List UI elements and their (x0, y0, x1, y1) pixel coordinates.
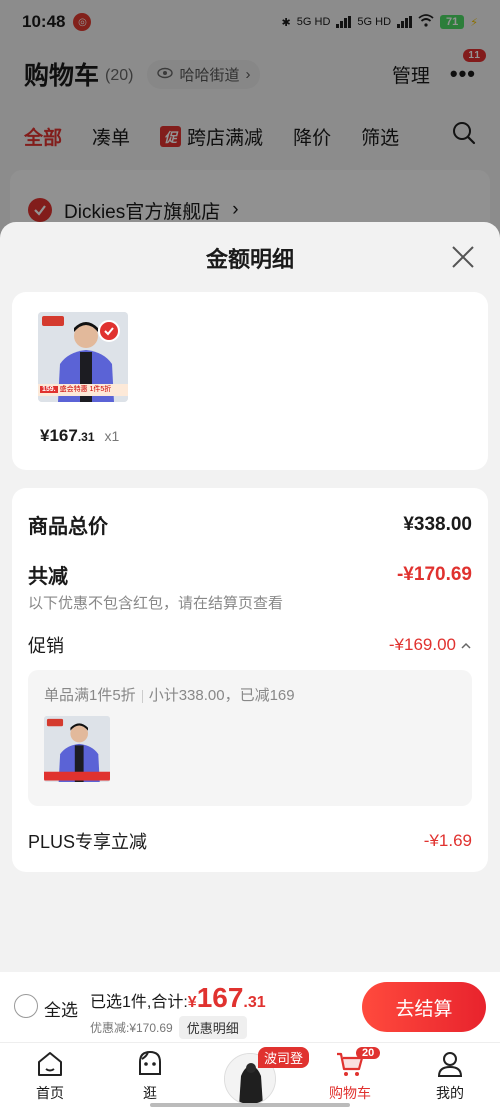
promo-description: 单品满1件5折 小计338.00，已减169 (44, 684, 295, 705)
home-indicator (150, 1103, 350, 1107)
promo-value-group: -¥169.00 (389, 635, 472, 655)
checkout-summary: 已选1件,合计: ¥167.31 (90, 982, 266, 1014)
price-breakdown: 商品总价 ¥338.00 共减 -¥170.69 以下优惠不包含红包，请在结算页… (12, 488, 488, 872)
total-decimal: .31 (243, 994, 266, 1011)
price-decimal: .31 (77, 430, 95, 444)
checkout-button[interactable]: 去结算 (362, 982, 486, 1032)
nav-cart[interactable]: 20 购物车 (300, 1043, 400, 1111)
profile-icon (437, 1052, 463, 1077)
selected-check-icon (98, 320, 120, 342)
select-all-radio[interactable] (14, 994, 38, 1018)
amount-detail-sheet: 金额明细 159. 盛会特惠 1件5折 ¥167.31 x1 商品总价 ¥338… (0, 222, 500, 972)
price-main: ¥167 (40, 426, 78, 445)
plus-row: PLUS专享立减 -¥1.69 (28, 828, 472, 854)
product-price-line: ¥167.31 x1 (40, 426, 119, 446)
divider (141, 689, 143, 703)
promo-value: -¥169.00 (388, 635, 456, 654)
close-icon[interactable] (450, 244, 476, 270)
selected-prefix: 已选1件,合计: (90, 994, 188, 1011)
goods-total-label: 商品总价 (28, 516, 108, 538)
product-price-tag: 159. 盛会特惠 1件5折 (38, 384, 128, 396)
goods-total-value: ¥338.00 (403, 513, 472, 535)
product-quantity: x1 (104, 428, 120, 444)
tag-text: 盛会特惠 1件5折 (59, 386, 112, 393)
nav-label: 我的 (436, 1085, 464, 1101)
chevron-up-icon (460, 635, 472, 655)
nav-brand[interactable]: 波司登 (200, 1043, 310, 1111)
total-main: 167 (196, 982, 244, 1013)
cart-badge: 20 (356, 1047, 381, 1059)
goods-total-row: 商品总价 ¥338.00 (28, 510, 472, 539)
nav-label: 逛 (143, 1085, 157, 1101)
discount-text: 优惠减:¥170.69 (90, 1021, 173, 1035)
product-image[interactable]: 159. 盛会特惠 1件5折 (38, 312, 128, 402)
promo-product-image (44, 716, 110, 782)
plus-label: PLUS专享立减 (28, 832, 148, 852)
checkout-bar: 全选 已选1件,合计: ¥167.31 优惠减:¥170.69 优惠明细 去结算 (0, 972, 500, 1042)
bottom-nav: 首页 逛 波司登 20 购物车 我的 (0, 1042, 500, 1111)
select-all-label[interactable]: 全选 (44, 996, 78, 1021)
product-price: ¥167.31 (40, 426, 95, 446)
reduce-label: 共减 (28, 566, 68, 588)
product-card: 159. 盛会特惠 1件5折 ¥167.31 x1 (12, 292, 488, 470)
browse-face-icon (139, 1050, 161, 1075)
nav-browse[interactable]: 逛 (100, 1043, 200, 1111)
nav-label: 首页 (36, 1085, 64, 1101)
nav-home[interactable]: 首页 (0, 1043, 100, 1111)
nav-me[interactable]: 我的 (400, 1043, 500, 1111)
plus-value: -¥1.69 (423, 831, 472, 850)
home-icon (38, 1052, 62, 1076)
discount-detail-button[interactable]: 优惠明细 (178, 1016, 247, 1039)
reduce-note: 以下优惠不包含红包，请在结算页查看 (28, 595, 284, 612)
total-symbol: ¥ (187, 994, 197, 1011)
reduce-value: -¥170.69 (396, 563, 472, 585)
promo-detail-box: 单品满1件5折 小计338.00，已减169 (28, 670, 472, 806)
discount-line: 优惠减:¥170.69 优惠明细 (90, 1016, 247, 1039)
checkout-total: ¥167.31 (188, 982, 266, 1014)
promo-label: 促销 (28, 636, 64, 656)
promo-row[interactable]: 促销 -¥169.00 (28, 632, 472, 658)
promo-detail: 小计338.00，已减169 (148, 687, 295, 704)
nav-label: 购物车 (329, 1085, 371, 1101)
promo-rule: 单品满1件5折 (44, 687, 136, 704)
sheet-title: 金额明细 (205, 247, 294, 272)
reduce-row: 共减 -¥170.69 (28, 560, 472, 589)
tag-price: 159. (40, 386, 58, 393)
